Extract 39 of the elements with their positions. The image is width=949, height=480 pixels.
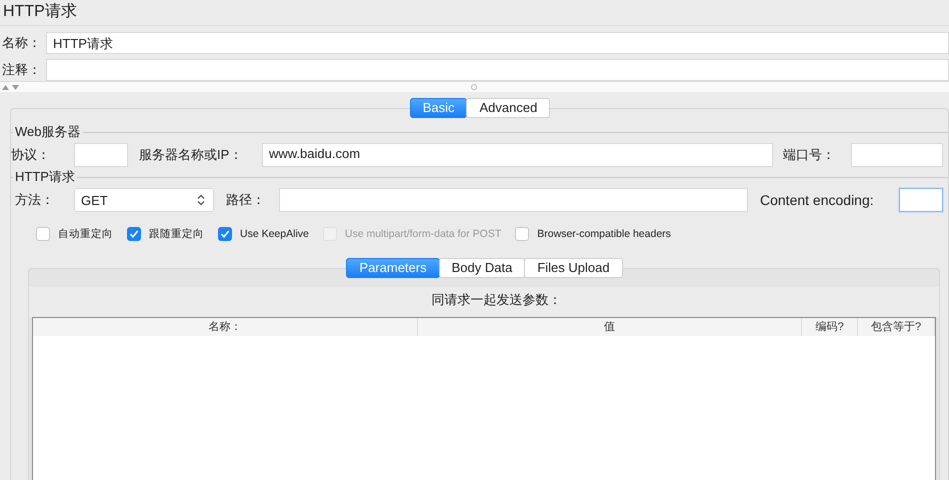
- checkbox[interactable]: [515, 227, 530, 241]
- panel-title: HTTP请求: [0, 0, 949, 26]
- field-label: 端口号：: [783, 146, 836, 164]
- input-field[interactable]: [46, 59, 949, 81]
- input-field[interactable]: [74, 143, 128, 167]
- table-caption: 同请求一起发送参数：: [29, 287, 939, 317]
- checkbox[interactable]: [218, 227, 232, 241]
- checkbox[interactable]: [36, 227, 50, 241]
- field-label: Content encoding:: [760, 192, 875, 208]
- column-header[interactable]: 包含等于?: [858, 318, 936, 336]
- input-field[interactable]: [279, 188, 748, 212]
- checkbox-label: 自动重定向: [58, 227, 113, 241]
- group-title: Web服务器: [13, 124, 82, 140]
- field-label: 路径：: [226, 191, 266, 209]
- field-label: 名称：: [2, 34, 42, 52]
- checkbox-label: Use multipart/form-data for POST: [344, 228, 502, 240]
- input-field[interactable]: HTTP请求: [46, 32, 949, 54]
- field-label: 协议：: [11, 146, 51, 164]
- column-header[interactable]: 编码?: [802, 318, 858, 336]
- checkbox-label: 跟随重定向: [149, 227, 204, 241]
- group-title: HTTP请求: [13, 169, 77, 185]
- split-arrows-icon[interactable]: [2, 84, 20, 90]
- splitter-handle-icon[interactable]: [471, 84, 477, 90]
- input-field[interactable]: www.baidu.com: [262, 143, 773, 167]
- column-header[interactable]: 名称：: [33, 318, 418, 336]
- method-dropdown[interactable]: GET: [74, 188, 214, 212]
- checkbox-label: Use KeepAlive: [240, 228, 309, 240]
- checkbox[interactable]: [127, 227, 141, 241]
- checkbox-label: Browser-compatible headers: [537, 228, 671, 240]
- field-label: 服务器名称或IP：: [139, 146, 244, 164]
- column-header[interactable]: 值: [418, 318, 802, 336]
- input-field[interactable]: [899, 188, 943, 212]
- chevron-icon: [197, 194, 205, 206]
- input-field[interactable]: [851, 143, 943, 167]
- tab[interactable]: Advanced: [466, 98, 550, 118]
- tab[interactable]: Body Data: [438, 258, 526, 278]
- tab[interactable]: Files Upload: [524, 258, 623, 278]
- field-label: 注释：: [2, 61, 42, 79]
- field-label: 方法：: [15, 191, 55, 209]
